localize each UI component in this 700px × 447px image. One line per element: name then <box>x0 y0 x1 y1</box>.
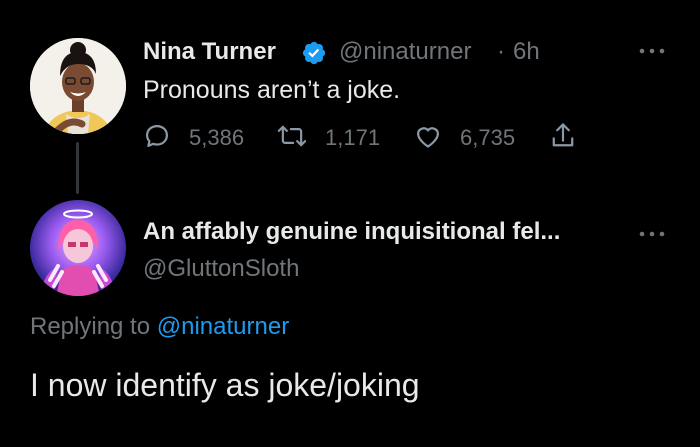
heart-icon[interactable] <box>414 123 442 151</box>
avatar-portrait-image <box>30 38 126 134</box>
replying-to-line: Replying to @ninaturner <box>30 313 289 341</box>
avatar-gluttonsloth[interactable] <box>30 200 126 296</box>
reply-count: 5,386 <box>189 125 245 150</box>
tweet-text: Pronouns aren’t a joke. <box>143 76 401 104</box>
tweet-timestamp[interactable]: 6h <box>513 38 540 66</box>
author-name[interactable]: An affably genuine inquisitional fel... <box>143 218 560 246</box>
avatar-nina-turner[interactable] <box>30 38 126 134</box>
retweet-icon[interactable] <box>276 122 308 150</box>
avatar-anime-portrait-image <box>40 209 116 296</box>
verified-badge-icon <box>301 40 327 66</box>
reply-icon[interactable] <box>143 122 171 150</box>
retweet-count: 1,171 <box>325 125 381 150</box>
author-handle[interactable]: @GluttonSloth <box>143 255 299 283</box>
replying-to-label: Replying to <box>30 313 151 340</box>
like-count: 6,735 <box>460 125 516 150</box>
tweet-text: I now identify as joke/joking <box>30 367 420 403</box>
more-horizontal-icon[interactable] <box>637 38 667 60</box>
author-name[interactable]: Nina Turner <box>143 38 276 66</box>
author-handle[interactable]: @ninaturner <box>339 38 471 66</box>
more-horizontal-icon[interactable] <box>637 221 667 243</box>
share-icon[interactable] <box>549 121 577 149</box>
thread-connector-line <box>76 142 79 194</box>
meta-separator: · <box>497 38 505 65</box>
replying-to-mention-link[interactable]: @ninaturner <box>157 313 289 340</box>
